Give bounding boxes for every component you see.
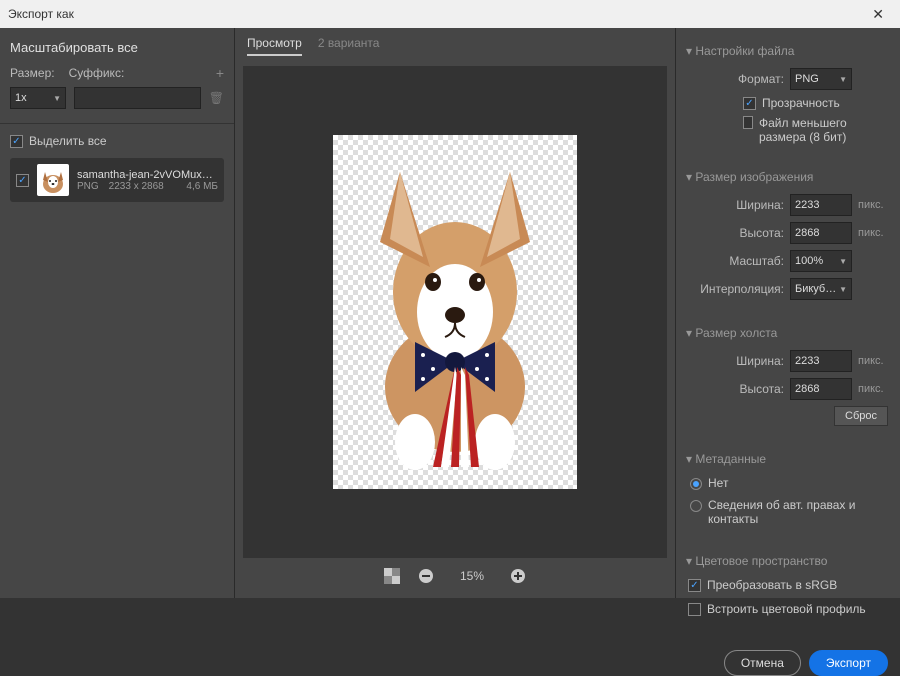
asset-filesize: 4,6 МБ xyxy=(186,181,218,192)
add-scale-icon[interactable]: + xyxy=(216,65,224,81)
convert-srgb-label: Преобразовать в sRGB xyxy=(707,578,837,592)
canvas-height-input[interactable] xyxy=(790,378,852,400)
asset-dims: 2233 x 2868 xyxy=(109,181,164,192)
suffix-label: Суффикс: xyxy=(69,66,125,80)
select-all-label: Выделить все xyxy=(29,134,107,148)
metadata-contact-label: Сведения об авт. правах и контакты xyxy=(708,498,868,526)
scale-all-heading: Масштабировать все xyxy=(10,40,224,55)
size-select[interactable]: 1x ▼ xyxy=(10,87,66,109)
tab-two-up[interactable]: 2 варианта xyxy=(318,36,380,56)
metadata-contact-radio[interactable] xyxy=(690,500,702,512)
center-panel: Просмотр 2 варианта xyxy=(235,28,675,598)
smaller-file-checkbox[interactable] xyxy=(743,116,753,129)
scale-label: Масштаб: xyxy=(729,254,784,268)
img-height-label: Высота: xyxy=(739,226,784,240)
img-height-input[interactable] xyxy=(790,222,852,244)
export-button[interactable]: Экспорт xyxy=(809,650,888,676)
chevron-down-icon: ▼ xyxy=(839,75,847,84)
zoom-value: 15% xyxy=(452,569,492,583)
chevron-down-icon: ▼ xyxy=(839,285,847,294)
select-all-checkbox[interactable] xyxy=(10,135,23,148)
scale-select[interactable]: 100%▼ xyxy=(790,250,852,272)
img-width-label: Ширина: xyxy=(736,198,784,212)
preview-area xyxy=(243,66,667,558)
resample-select[interactable]: Бикуби…▼ xyxy=(790,278,852,300)
color-space-heading: ▾ Цветовое пространство xyxy=(676,554,888,568)
format-select[interactable]: PNG▼ xyxy=(790,68,852,90)
metadata-none-label: Нет xyxy=(708,476,728,490)
embed-profile-checkbox[interactable] xyxy=(688,603,701,616)
canvas-width-label: Ширина: xyxy=(736,354,784,368)
canvas-width-input[interactable] xyxy=(790,350,852,372)
smaller-file-label: Файл меньшего размера (8 бит) xyxy=(759,116,888,144)
close-icon[interactable]: ✕ xyxy=(864,6,892,23)
chevron-down-icon: ▼ xyxy=(53,94,61,103)
right-panel: ▾ Настройки файла Формат: PNG▼ Прозрачно… xyxy=(675,28,900,598)
transparency-label: Прозрачность xyxy=(762,96,840,110)
resample-label: Интерполяция: xyxy=(700,282,784,296)
asset-name: samantha-jean-2vVOMuxR3XU-… xyxy=(77,169,218,181)
window-title: Экспорт как xyxy=(8,7,74,21)
file-settings-heading: ▾ Настройки файла xyxy=(676,44,888,58)
delete-scale-icon[interactable]: 🗑 xyxy=(209,91,224,105)
asset-thumbnail xyxy=(37,164,69,196)
chevron-down-icon: ▼ xyxy=(839,257,847,266)
tab-preview[interactable]: Просмотр xyxy=(247,36,302,56)
metadata-none-radio[interactable] xyxy=(690,478,702,490)
zoom-out-icon[interactable] xyxy=(418,568,434,584)
size-value: 1x xyxy=(15,92,27,104)
format-label: Формат: xyxy=(738,72,784,86)
left-panel: Масштабировать все Размер: Суффикс: + 1x… xyxy=(0,28,235,598)
transparency-grid-icon[interactable] xyxy=(384,568,400,584)
reset-button[interactable]: Сброс xyxy=(834,406,888,426)
asset-format: PNG xyxy=(77,181,99,192)
img-width-input[interactable] xyxy=(790,194,852,216)
embed-profile-label: Встроить цветовой профиль xyxy=(707,602,866,616)
convert-srgb-checkbox[interactable] xyxy=(688,579,701,592)
suffix-input[interactable] xyxy=(74,87,201,109)
asset-item[interactable]: samantha-jean-2vVOMuxR3XU-… PNG 2233 x 2… xyxy=(10,158,224,202)
zoom-in-icon[interactable] xyxy=(510,568,526,584)
canvas-size-heading: ▾ Размер холста xyxy=(676,326,888,340)
size-label: Размер: xyxy=(10,66,55,80)
metadata-heading: ▾ Метаданные xyxy=(676,452,888,466)
title-bar: Экспорт как ✕ xyxy=(0,0,900,28)
preview-image xyxy=(345,147,565,477)
cancel-button[interactable]: Отмена xyxy=(724,650,801,676)
transparency-checkbox[interactable] xyxy=(743,97,756,110)
preview-canvas xyxy=(333,135,577,489)
asset-checkbox[interactable] xyxy=(16,174,29,187)
image-size-heading: ▾ Размер изображения xyxy=(676,170,888,184)
canvas-height-label: Высота: xyxy=(739,382,784,396)
